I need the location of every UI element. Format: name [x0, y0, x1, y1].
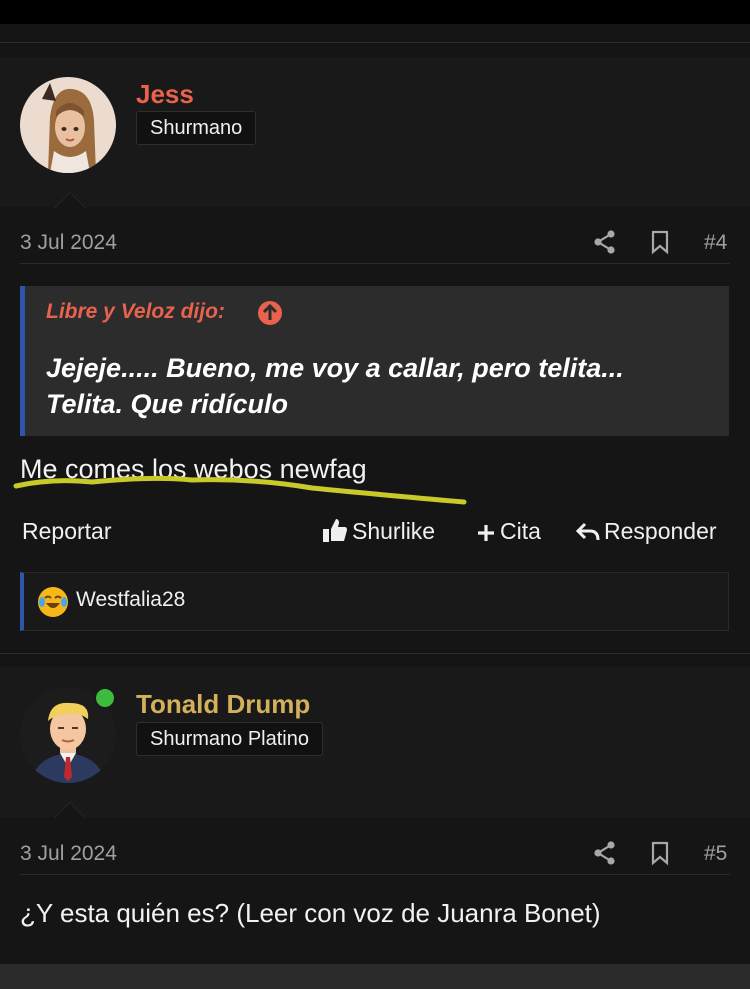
bottom-toolbar: [0, 964, 750, 989]
post-body: ¿Y esta quién es? (Leer con voz de Juanr…: [20, 898, 601, 928]
online-status-indicator: [94, 687, 116, 709]
meta-divider: [20, 874, 730, 875]
reply-button[interactable]: Responder: [575, 516, 717, 546]
post-date[interactable]: 3 Jul 2024: [20, 842, 117, 866]
quote-label: Cita: [500, 518, 541, 544]
reply-label: Responder: [604, 518, 717, 544]
top-bar: [0, 0, 750, 24]
share-icon[interactable]: [592, 840, 618, 866]
header-pointer: [54, 802, 86, 818]
header-pointer: [54, 192, 86, 208]
post-date[interactable]: 3 Jul 2024: [20, 231, 117, 255]
quote-button[interactable]: Cita: [476, 516, 541, 546]
reply-arrow-icon: [575, 522, 600, 541]
post-author-header: Jess Shurmano: [0, 57, 750, 207]
user-title-badge: Shurmano: [136, 111, 257, 145]
bookmark-icon[interactable]: [647, 229, 673, 255]
post-number-link[interactable]: #4: [704, 231, 727, 255]
arrow-up-circle-icon[interactable]: [258, 301, 282, 325]
post-number-link[interactable]: #5: [704, 842, 727, 866]
meta-divider: [20, 263, 730, 264]
laughing-tears-emoji-icon: [38, 587, 68, 617]
username[interactable]: Jess: [136, 79, 194, 110]
reactions-bar[interactable]: Westfalia28: [20, 572, 729, 631]
like-button[interactable]: Shurlike: [322, 516, 435, 546]
quote-text: Jejeje..... Bueno, me voy a callar, pero…: [46, 353, 624, 419]
quote-block: Libre y Veloz dijo: Jejeje..... Bueno, m…: [20, 286, 729, 436]
yellow-underline-highlight: [13, 475, 467, 505]
bookmark-icon[interactable]: [647, 840, 673, 866]
user-avatar-jess[interactable]: [20, 77, 116, 173]
divider: [0, 42, 750, 43]
username[interactable]: Tonald Drump: [136, 689, 310, 720]
quote-author[interactable]: Libre y Veloz dijo:: [46, 300, 225, 324]
share-icon[interactable]: [592, 229, 618, 255]
post-separator: [0, 653, 750, 654]
reaction-user[interactable]: Westfalia28: [76, 588, 185, 612]
like-label: Shurlike: [352, 518, 436, 544]
thumbs-up-icon: [323, 519, 347, 542]
plus-icon: [478, 525, 494, 541]
report-button[interactable]: Reportar: [22, 516, 111, 546]
user-title-badge: Shurmano Platino: [136, 722, 323, 756]
